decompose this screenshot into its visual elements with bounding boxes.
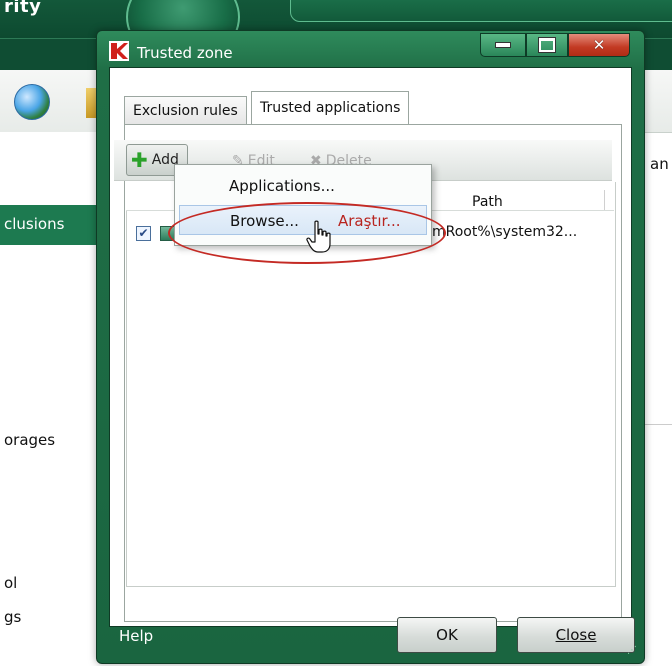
window-controls: ✕	[480, 33, 630, 57]
help-link[interactable]: Help	[119, 627, 153, 645]
minimize-icon	[495, 42, 511, 48]
row-path: mRoot%\system32...	[432, 224, 578, 240]
minimize-button[interactable]	[480, 33, 526, 57]
folder-icon[interactable]	[86, 88, 96, 118]
sidebar-item-label: clusions	[4, 215, 65, 233]
brand-text: rity	[4, 0, 42, 17]
tab-trusted-applications[interactable]: Trusted applications	[251, 91, 410, 124]
kaspersky-k-icon	[109, 41, 129, 61]
ok-label: OK	[436, 626, 458, 644]
sidebar-item-settings[interactable]: gs	[4, 608, 21, 626]
close-button[interactable]: Close	[517, 617, 635, 653]
tab-exclusion-rules[interactable]: Exclusion rules	[124, 96, 247, 124]
menu-item-applications[interactable]: Applications...	[175, 171, 431, 199]
maximize-icon	[538, 37, 556, 53]
menu-item-label: Applications...	[229, 177, 335, 195]
row-checkbox[interactable]: ✔	[136, 226, 151, 241]
column-separator	[604, 190, 605, 210]
close-label: Close	[555, 626, 597, 644]
maximize-button[interactable]	[526, 33, 568, 57]
hand-cursor-icon	[306, 220, 331, 253]
ok-button[interactable]: OK	[397, 617, 497, 653]
sidebar-item-tool[interactable]: ol	[4, 574, 17, 592]
sidebar-item-exclusions[interactable]: clusions	[0, 205, 100, 245]
column-path[interactable]: Path	[472, 194, 503, 210]
sidebar-item-storages[interactable]: orages	[4, 431, 55, 449]
background-text: an	[650, 155, 669, 173]
header-panel	[290, 0, 672, 22]
close-window-button[interactable]: ✕	[568, 33, 630, 57]
close-icon: ✕	[592, 35, 606, 54]
plus-icon: ✚	[131, 148, 148, 172]
globe-icon[interactable]	[14, 84, 50, 120]
resize-grip[interactable]: ⋰	[627, 645, 641, 659]
window-title: Trusted zone	[137, 44, 233, 62]
